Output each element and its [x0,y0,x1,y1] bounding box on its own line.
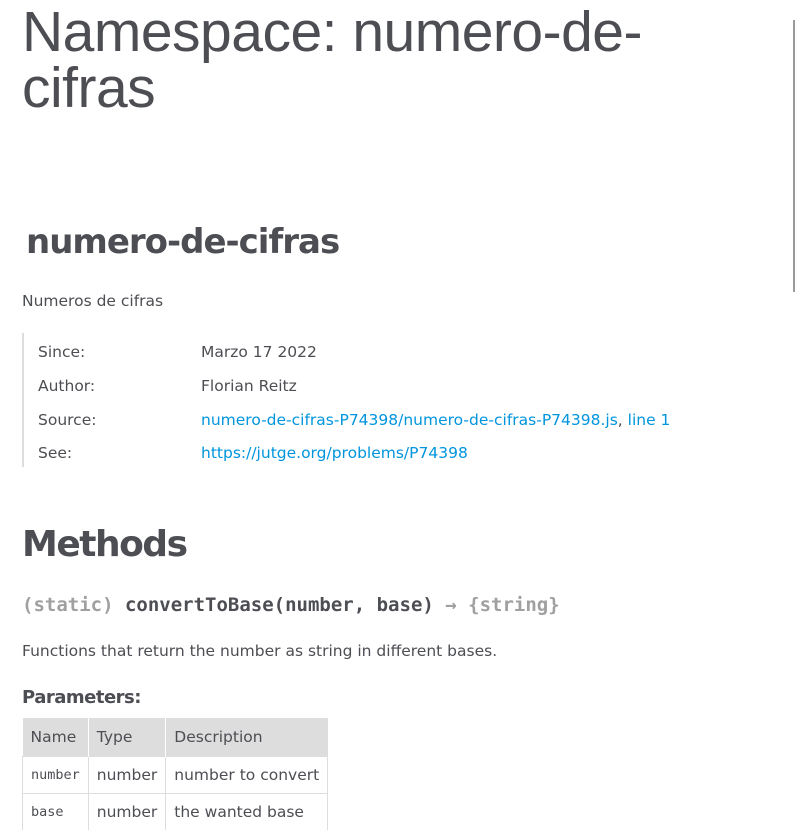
method-params-signature: (number, base) [273,594,434,616]
detail-see: See: https://jutge.org/problems/P74398 [38,441,738,465]
details-list: Since: Marzo 17 2022 Author: Florian Rei… [22,333,744,467]
param-name: base [22,793,89,830]
parameters-heading: Parameters: [22,687,141,708]
see-label: See: [38,444,73,462]
source-line-link[interactable]: line 1 [628,411,671,429]
detail-since: Since: Marzo 17 2022 [38,340,738,364]
method-name: convertToBase [124,594,274,616]
see-value: https://jutge.org/problems/P74398 [201,441,468,465]
namespace-description: Numeros de cifras [22,292,164,310]
method-description: Functions that return the number as stri… [22,642,498,660]
param-description: number to convert [165,756,329,794]
methods-heading: Methods [22,524,188,565]
documentation-page: Namespace: numero-de- cifras numero-de-c… [0,0,795,830]
header-name: Name [22,718,89,757]
detail-source: Source: numero-de-cifras-P74398/numero-d… [38,408,738,432]
method-return-type: {string} [468,594,560,616]
param-name: number [22,756,89,794]
detail-author: Author: Florian Reitz [38,374,738,398]
header-description: Description [165,718,328,757]
table-header-row: Name Type Description [22,718,328,757]
scrollbar[interactable] [785,0,795,830]
source-file-link[interactable]: numero-de-cifras-P74398/numero-de-cifras… [201,411,618,429]
param-description: the wanted base [165,793,329,830]
since-value: Marzo 17 2022 [201,343,317,361]
method-attribs: (static) [22,594,125,616]
see-link[interactable]: https://jutge.org/problems/P74398 [201,444,468,462]
table-row: number number number to convert [22,756,329,794]
source-separator: , [617,411,628,429]
source-value: numero-de-cifras-P74398/numero-de-cifras… [201,408,670,432]
param-type: number [87,756,167,794]
author-label: Author: [38,377,96,395]
namespace-name: numero-de-cifras [26,222,340,262]
header-type: Type [88,718,167,757]
source-label: Source: [38,411,97,429]
author-value: Florian Reitz [201,377,297,395]
table-row: base number the wanted base [22,793,329,830]
method-signature: (static) convertToBase(number, base) → {… [22,591,560,619]
parameters-table: Name Type Description number number numb… [22,718,329,830]
page-title: Namespace: numero-de- cifras [22,0,642,120]
return-arrow: → [433,594,469,616]
since-label: Since: [38,343,86,361]
param-type: number [87,793,167,830]
